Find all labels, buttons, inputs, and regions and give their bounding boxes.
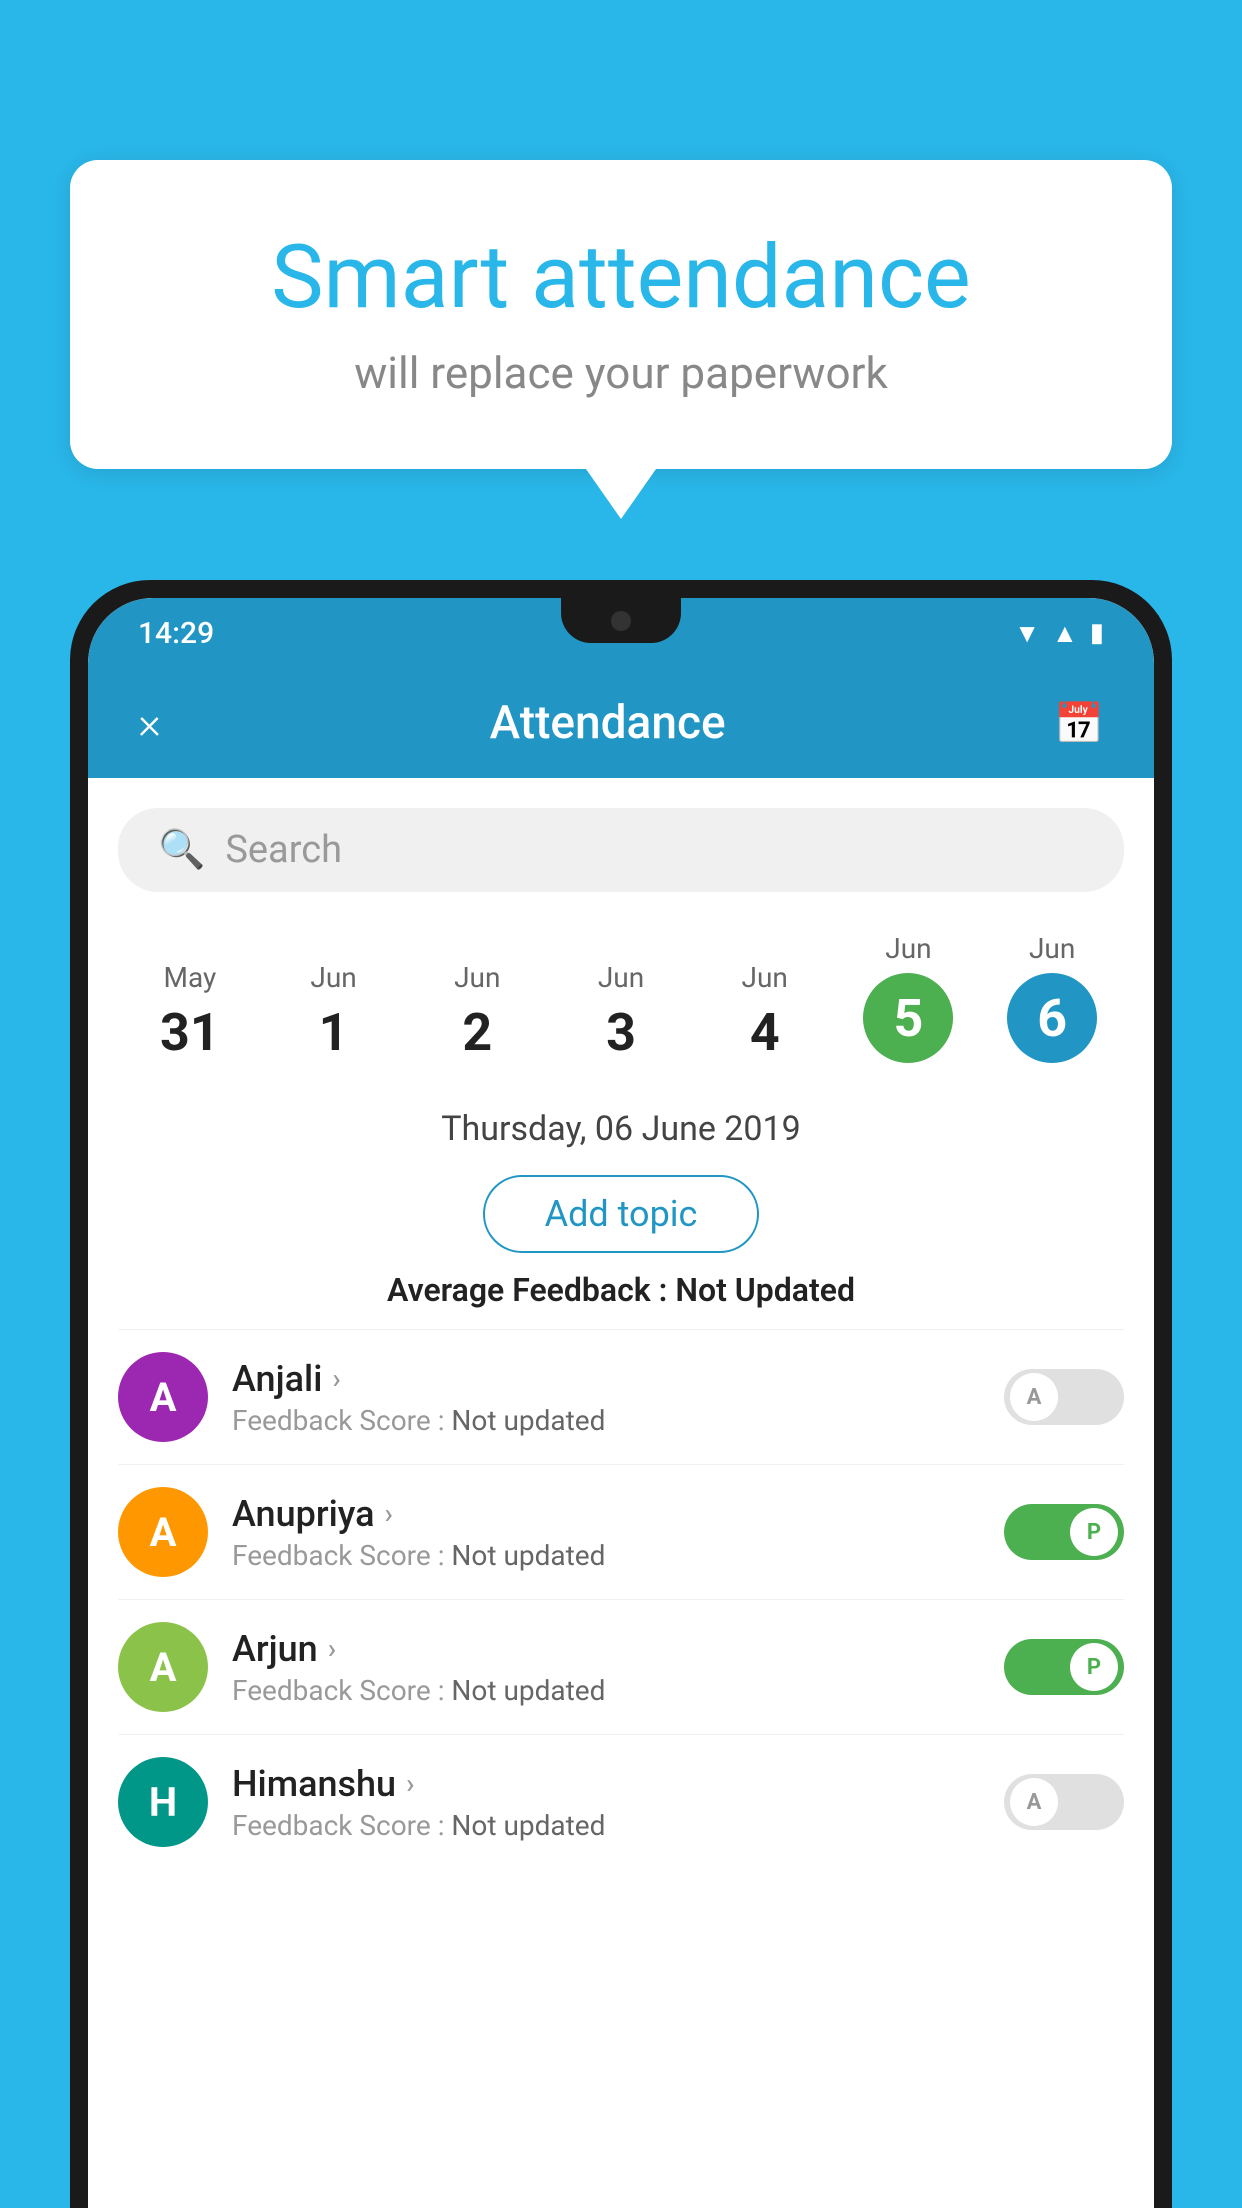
avg-feedback-label: Average Feedback : <box>387 1271 675 1309</box>
date-item-jun2[interactable]: Jun 2 <box>405 951 549 1073</box>
avatar-anupriya: A <box>118 1487 208 1577</box>
student-info-arjun: Arjun › Feedback Score : Not updated <box>232 1628 980 1707</box>
date-selector: May 31 Jun 1 Jun 2 Jun 3 Jun 4 <box>88 902 1154 1093</box>
add-topic-button[interactable]: Add topic <box>483 1175 760 1253</box>
student-info-himanshu: Himanshu › Feedback Score : Not updated <box>232 1763 980 1842</box>
student-feedback-anjali: Feedback Score : Not updated <box>232 1404 980 1437</box>
date-circle-jun5: 5 <box>863 973 953 1063</box>
selected-date-label: Thursday, 06 June 2019 <box>88 1093 1154 1165</box>
date-month-jun6: Jun <box>1029 932 1075 965</box>
attendance-toggle-anjali[interactable]: A <box>1004 1369 1124 1425</box>
add-topic-section: Add topic <box>88 1175 1154 1253</box>
date-circle-jun6: 6 <box>1007 973 1097 1063</box>
date-month-jun2: Jun <box>454 961 500 994</box>
phone-frame: 14:29 ▼ ▲ ▮ × Attendance 📅 🔍 Search <box>70 580 1172 2208</box>
wifi-icon: ▼ <box>1014 618 1040 649</box>
speech-bubble-arrow <box>586 469 656 519</box>
date-month-jun5: Jun <box>885 932 931 965</box>
student-info-anupriya: Anupriya › Feedback Score : Not updated <box>232 1493 980 1572</box>
student-name-anupriya: Anupriya › <box>232 1493 980 1535</box>
app-content: 🔍 Search May 31 Jun 1 Jun 2 Jun <box>88 778 1154 2208</box>
date-item-may31[interactable]: May 31 <box>118 951 262 1073</box>
close-button[interactable]: × <box>138 697 161 749</box>
date-day-jun1: 1 <box>319 1002 349 1063</box>
avatar-himanshu: H <box>118 1757 208 1847</box>
search-bar[interactable]: 🔍 Search <box>118 808 1124 892</box>
student-feedback-anupriya: Feedback Score : Not updated <box>232 1539 980 1572</box>
date-item-jun1[interactable]: Jun 1 <box>262 951 406 1073</box>
chevron-right-icon: › <box>328 1632 336 1665</box>
header-title: Attendance <box>490 696 726 750</box>
battery-icon: ▮ <box>1090 618 1104 648</box>
speech-bubble: Smart attendance will replace your paper… <box>70 160 1172 469</box>
status-bar: 14:29 ▼ ▲ ▮ <box>88 598 1154 668</box>
status-icons: ▼ ▲ ▮ <box>1014 618 1104 649</box>
toggle-knob-anupriya: P <box>1070 1508 1118 1556</box>
phone-inner: 14:29 ▼ ▲ ▮ × Attendance 📅 🔍 Search <box>88 598 1154 2208</box>
student-list: A Anjali › Feedback Score : Not updated … <box>88 1329 1154 1869</box>
date-day-jun2: 2 <box>462 1002 492 1063</box>
search-icon: 🔍 <box>158 828 205 872</box>
student-item-himanshu[interactable]: H Himanshu › Feedback Score : Not update… <box>118 1734 1124 1869</box>
date-item-jun6[interactable]: Jun 6 <box>980 922 1124 1073</box>
toggle-knob-himanshu: A <box>1010 1778 1058 1826</box>
chevron-right-icon: › <box>385 1497 393 1530</box>
calendar-icon[interactable]: 📅 <box>1054 700 1104 747</box>
date-day-jun5: 5 <box>894 988 924 1049</box>
student-name-arjun: Arjun › <box>232 1628 980 1670</box>
student-feedback-arjun: Feedback Score : Not updated <box>232 1674 980 1707</box>
date-month-may31: May <box>164 961 217 994</box>
camera-dot <box>611 611 631 631</box>
attendance-toggle-himanshu[interactable]: A <box>1004 1774 1124 1830</box>
search-placeholder: Search <box>225 828 342 872</box>
attendance-toggle-anupriya[interactable]: P <box>1004 1504 1124 1560</box>
chevron-right-icon: › <box>332 1362 340 1395</box>
date-day-jun6: 6 <box>1037 988 1067 1049</box>
student-info-anjali: Anjali › Feedback Score : Not updated <box>232 1358 980 1437</box>
bubble-title: Smart attendance <box>130 230 1112 327</box>
avatar-arjun: A <box>118 1622 208 1712</box>
date-month-jun4: Jun <box>742 961 788 994</box>
date-month-jun1: Jun <box>310 961 356 994</box>
date-day-jun4: 4 <box>750 1002 780 1063</box>
signal-icon: ▲ <box>1052 618 1078 649</box>
notch <box>561 598 681 643</box>
status-time: 14:29 <box>138 616 214 651</box>
student-item-anupriya[interactable]: A Anupriya › Feedback Score : Not update… <box>118 1464 1124 1599</box>
chevron-right-icon: › <box>406 1767 414 1800</box>
student-name-himanshu: Himanshu › <box>232 1763 980 1805</box>
avatar-anjali: A <box>118 1352 208 1442</box>
bubble-subtitle: will replace your paperwork <box>130 347 1112 399</box>
date-day-jun3: 3 <box>606 1002 636 1063</box>
date-month-jun3: Jun <box>598 961 644 994</box>
date-item-jun5[interactable]: Jun 5 <box>837 922 981 1073</box>
date-item-jun4[interactable]: Jun 4 <box>693 951 837 1073</box>
speech-bubble-section: Smart attendance will replace your paper… <box>70 160 1172 519</box>
average-feedback: Average Feedback : Not Updated <box>88 1263 1154 1329</box>
toggle-knob-arjun: P <box>1070 1643 1118 1691</box>
student-feedback-himanshu: Feedback Score : Not updated <box>232 1809 980 1842</box>
avg-feedback-value: Not Updated <box>675 1271 855 1309</box>
student-item-arjun[interactable]: A Arjun › Feedback Score : Not updated P <box>118 1599 1124 1734</box>
date-day-may31: 31 <box>160 1002 220 1063</box>
app-header: × Attendance 📅 <box>88 668 1154 778</box>
student-name-anjali: Anjali › <box>232 1358 980 1400</box>
date-item-jun3[interactable]: Jun 3 <box>549 951 693 1073</box>
student-item-anjali[interactable]: A Anjali › Feedback Score : Not updated … <box>118 1329 1124 1464</box>
attendance-toggle-arjun[interactable]: P <box>1004 1639 1124 1695</box>
toggle-knob-anjali: A <box>1010 1373 1058 1421</box>
